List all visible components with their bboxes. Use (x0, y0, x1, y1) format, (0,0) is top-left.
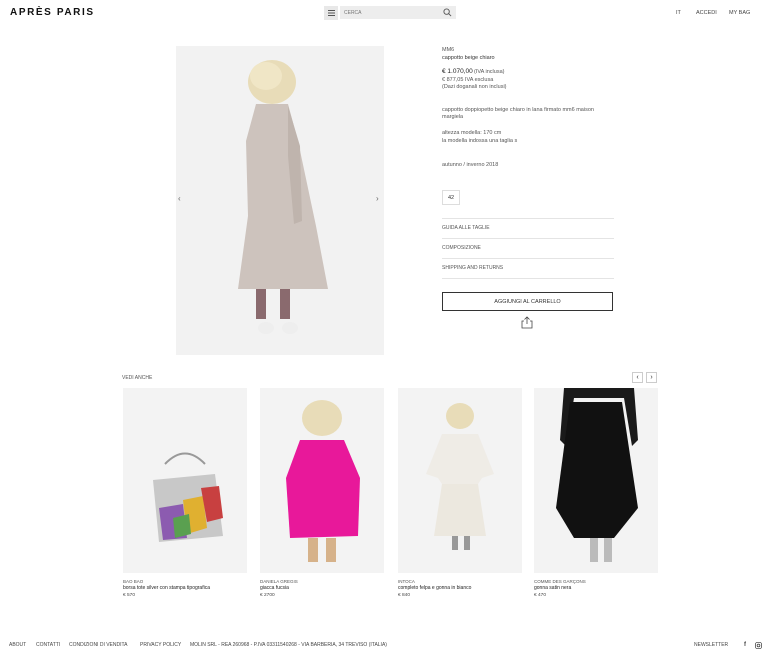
accordion-composition[interactable]: COMPOSIZIONE (442, 238, 614, 258)
related-section-title: VEDI ANCHE (122, 375, 153, 381)
chevron-right-icon: › (650, 374, 653, 381)
related-product-image[interactable] (260, 388, 384, 573)
site-logo[interactable]: APRÈS PARIS (10, 7, 95, 18)
carousel-next-button[interactable]: › (646, 372, 657, 383)
product-price: € 1.070,00 (442, 68, 473, 75)
related-product-card[interactable]: DANIELA GREGIS giacca fucsia € 2700 (260, 388, 384, 598)
product-brand[interactable]: MM6 (442, 47, 454, 53)
related-product-card[interactable]: INTOCA completo felpa e gonna in bianco … (398, 388, 522, 598)
product-name: cappotto beige chiaro (442, 55, 495, 61)
jacket-photo (286, 400, 360, 562)
chevron-left-icon: ‹ (636, 374, 639, 381)
footer: ABOUT CONTATTI CONDIZIONI DI VENDITA PRI… (0, 642, 780, 654)
share-icon[interactable] (521, 316, 533, 329)
related-product-brand: BAO BAO (123, 579, 144, 584)
description-line-1: cappotto doppiopetto beige chiaro in lan… (442, 107, 594, 113)
skirt-photo (556, 388, 638, 562)
accordion-shipping[interactable]: SHIPPING AND RETURNS (442, 258, 614, 279)
footer-contacts-link[interactable]: CONTATTI (36, 642, 60, 648)
add-to-cart-button[interactable]: AGGIUNGI AL CARRELLO (442, 292, 613, 311)
related-product-name[interactable]: borsa tote silver con stampa tipografica (123, 585, 247, 591)
related-product-name[interactable]: completo felpa e gonna in bianco (398, 585, 522, 591)
related-product-price: € 570 (123, 593, 136, 598)
price-vat-note: (IVA inclusa) (474, 69, 505, 75)
facebook-icon[interactable]: f (744, 642, 746, 648)
bag-photo (153, 452, 223, 542)
duty-note: (Dazi doganali non inclusi) (442, 84, 507, 90)
search-input[interactable] (344, 9, 438, 16)
instagram-icon[interactable] (755, 642, 762, 649)
login-link[interactable]: ACCEDI (696, 10, 717, 16)
prev-image-arrow[interactable]: ‹ (178, 194, 181, 203)
related-product-card[interactable]: COMME DES GARÇONS gonna satin nera € 470 (534, 388, 658, 598)
related-product-image[interactable] (398, 388, 522, 573)
search-icon[interactable] (443, 8, 452, 17)
related-product-name[interactable]: gonna satin nera (534, 585, 658, 591)
size-selector[interactable]: 42 (442, 190, 460, 205)
accordion-size-guide[interactable]: GUIDA ALLE TAGLIE (442, 218, 614, 238)
related-product-price: € 840 (398, 593, 411, 598)
related-product-image[interactable] (534, 388, 658, 573)
related-product-brand: DANIELA GREGIS (260, 579, 298, 584)
carousel-prev-button[interactable]: ‹ (632, 372, 643, 383)
related-product-image[interactable] (123, 388, 247, 573)
bag-link[interactable]: MY BAG (729, 10, 750, 16)
model-height: altezza modella: 170 cm (442, 130, 502, 136)
related-product-price: € 2700 (260, 593, 275, 598)
related-product-brand: COMME DES GARÇONS (534, 579, 586, 584)
product-image (176, 46, 384, 355)
footer-newsletter-link[interactable]: NEWSLETTER (694, 642, 728, 648)
hamburger-icon (327, 10, 335, 16)
menu-button[interactable] (324, 6, 338, 20)
related-product-card[interactable]: BAO BAO borsa tote silver con stampa tip… (123, 388, 247, 598)
description-line-2: margiela (442, 114, 464, 120)
related-product-brand: INTOCA (398, 579, 415, 584)
product-photo (238, 60, 328, 334)
season: autunno / inverno 2018 (442, 162, 499, 168)
footer-company-info: MOLIN SRL - REA 260968 - P.IVA 033115402… (190, 642, 387, 648)
price-ex-vat: € 877,05 IVA esclusa (442, 77, 494, 83)
search-bar (340, 6, 456, 19)
footer-privacy-link[interactable]: PRIVACY POLICY (140, 642, 181, 648)
model-size: la modella indossa una taglia s (442, 138, 518, 144)
related-product-price: € 470 (534, 593, 547, 598)
next-image-arrow[interactable]: › (376, 194, 379, 203)
footer-about-link[interactable]: ABOUT (9, 642, 26, 648)
footer-terms-link[interactable]: CONDIZIONI DI VENDITA (69, 642, 128, 648)
outfit-photo (426, 403, 494, 550)
related-product-name[interactable]: giacca fucsia (260, 585, 384, 591)
language-selector[interactable]: IT (676, 10, 681, 16)
